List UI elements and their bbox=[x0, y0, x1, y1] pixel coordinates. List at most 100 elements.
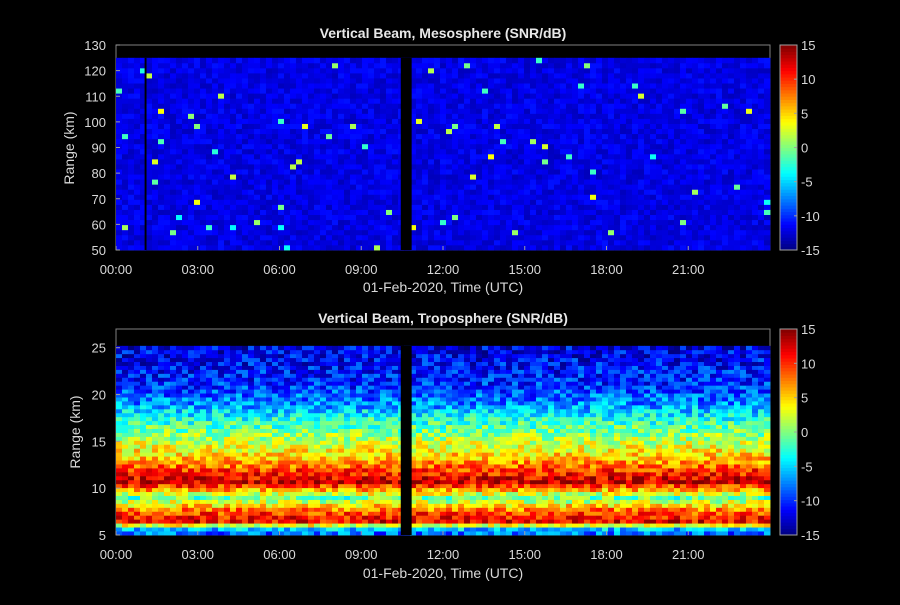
heatmap-cell bbox=[428, 215, 434, 220]
heatmap-cell bbox=[176, 433, 182, 437]
heatmap-cell bbox=[236, 119, 242, 124]
heatmap-cell bbox=[716, 245, 722, 250]
heatmap-cell bbox=[182, 519, 188, 523]
heatmap-cell bbox=[260, 134, 266, 139]
heatmap-cell bbox=[230, 215, 236, 220]
heatmap-cell bbox=[686, 245, 692, 250]
heatmap-cell bbox=[752, 235, 758, 240]
heatmap-cell bbox=[266, 73, 272, 78]
heatmap-cell bbox=[146, 460, 152, 464]
heatmap-cell bbox=[572, 113, 578, 118]
heatmap-cell bbox=[212, 189, 218, 194]
heatmap-cell bbox=[320, 68, 326, 73]
heatmap-cell bbox=[428, 108, 434, 113]
heatmap-cell bbox=[212, 204, 218, 209]
heatmap-cell bbox=[164, 174, 170, 179]
heatmap-cell bbox=[452, 83, 458, 88]
heatmap-cell bbox=[602, 134, 608, 139]
heatmap-cell bbox=[518, 215, 524, 220]
colorbar-swatch bbox=[780, 106, 797, 110]
heatmap-cell bbox=[626, 108, 632, 113]
heatmap-cell bbox=[620, 225, 626, 230]
heatmap-cell bbox=[170, 358, 176, 362]
heatmap-cell bbox=[698, 78, 704, 83]
heatmap-cell bbox=[758, 144, 764, 149]
heatmap-cell bbox=[188, 500, 194, 504]
heatmap-cell bbox=[200, 68, 206, 73]
heatmap-cell bbox=[368, 103, 374, 108]
heatmap-cell bbox=[224, 119, 230, 124]
heatmap-cell bbox=[620, 235, 626, 240]
heatmap-cell bbox=[464, 93, 470, 98]
heatmap-cell bbox=[422, 174, 428, 179]
heatmap-cell bbox=[206, 519, 212, 523]
heatmap-cell bbox=[692, 204, 698, 209]
heatmap-cell bbox=[254, 164, 260, 169]
heatmap-cell bbox=[158, 78, 164, 83]
heatmap-cell bbox=[380, 129, 386, 134]
heatmap-cell bbox=[158, 444, 164, 448]
heatmap-cell bbox=[728, 169, 734, 174]
heatmap-cell bbox=[170, 129, 176, 134]
heatmap-cell bbox=[632, 179, 638, 184]
heatmap-cell bbox=[164, 417, 170, 421]
heatmap-cell bbox=[158, 83, 164, 88]
heatmap-cell bbox=[260, 194, 266, 199]
heatmap-cell bbox=[158, 476, 164, 480]
heatmap-cell bbox=[176, 78, 182, 83]
heatmap-cell bbox=[284, 134, 290, 139]
heatmap-cell bbox=[152, 149, 158, 154]
heatmap-cell bbox=[152, 515, 158, 519]
heatmap-cell bbox=[452, 108, 458, 113]
heatmap-cell bbox=[614, 225, 620, 230]
heatmap-cell bbox=[260, 240, 266, 245]
heatmap-cell bbox=[236, 154, 242, 159]
heatmap-cell bbox=[554, 98, 560, 103]
heatmap-cell bbox=[116, 108, 122, 113]
heatmap-cell bbox=[158, 405, 164, 409]
heatmap-cell bbox=[734, 240, 740, 245]
heatmap-cell bbox=[146, 204, 152, 209]
heatmap-cell bbox=[578, 169, 584, 174]
heatmap-cell bbox=[764, 149, 770, 154]
heatmap-cell bbox=[464, 174, 470, 179]
heatmap-cell bbox=[434, 103, 440, 108]
heatmap-cell bbox=[170, 373, 176, 377]
heatmap-cell bbox=[740, 93, 746, 98]
heatmap-cell bbox=[386, 144, 392, 149]
heatmap-cell bbox=[740, 189, 746, 194]
heatmap-cell bbox=[116, 433, 122, 437]
heatmap-cell bbox=[212, 199, 218, 204]
heatmap-cell bbox=[158, 184, 164, 189]
heatmap-cell bbox=[326, 179, 332, 184]
heatmap-cell bbox=[722, 103, 728, 108]
heatmap-cell bbox=[272, 68, 278, 73]
heatmap-cell bbox=[164, 433, 170, 437]
colorbar-swatch bbox=[780, 119, 797, 123]
heatmap-cell bbox=[482, 134, 488, 139]
heatmap-cell bbox=[476, 63, 482, 68]
heatmap-cell bbox=[224, 93, 230, 98]
heatmap-cell bbox=[176, 507, 182, 511]
heatmap-cell bbox=[500, 113, 506, 118]
heatmap-cell bbox=[518, 220, 524, 225]
heatmap-cell bbox=[596, 174, 602, 179]
heatmap-cell bbox=[500, 58, 506, 63]
heatmap-cell bbox=[212, 240, 218, 245]
heatmap-cell bbox=[278, 179, 284, 184]
heatmap-cell bbox=[680, 159, 686, 164]
heatmap-cell bbox=[236, 184, 242, 189]
colorbar-swatch bbox=[780, 55, 797, 59]
heatmap-cell bbox=[434, 225, 440, 230]
heatmap-cell bbox=[134, 346, 140, 350]
heatmap-cell bbox=[236, 73, 242, 78]
heatmap-cell bbox=[308, 129, 314, 134]
heatmap-cell bbox=[512, 194, 518, 199]
heatmap-cell bbox=[674, 129, 680, 134]
heatmap-cell bbox=[764, 164, 770, 169]
heatmap-cell bbox=[686, 194, 692, 199]
heatmap-cell bbox=[236, 194, 242, 199]
heatmap-cell bbox=[164, 350, 170, 354]
heatmap-cell bbox=[674, 215, 680, 220]
heatmap-cell bbox=[314, 240, 320, 245]
